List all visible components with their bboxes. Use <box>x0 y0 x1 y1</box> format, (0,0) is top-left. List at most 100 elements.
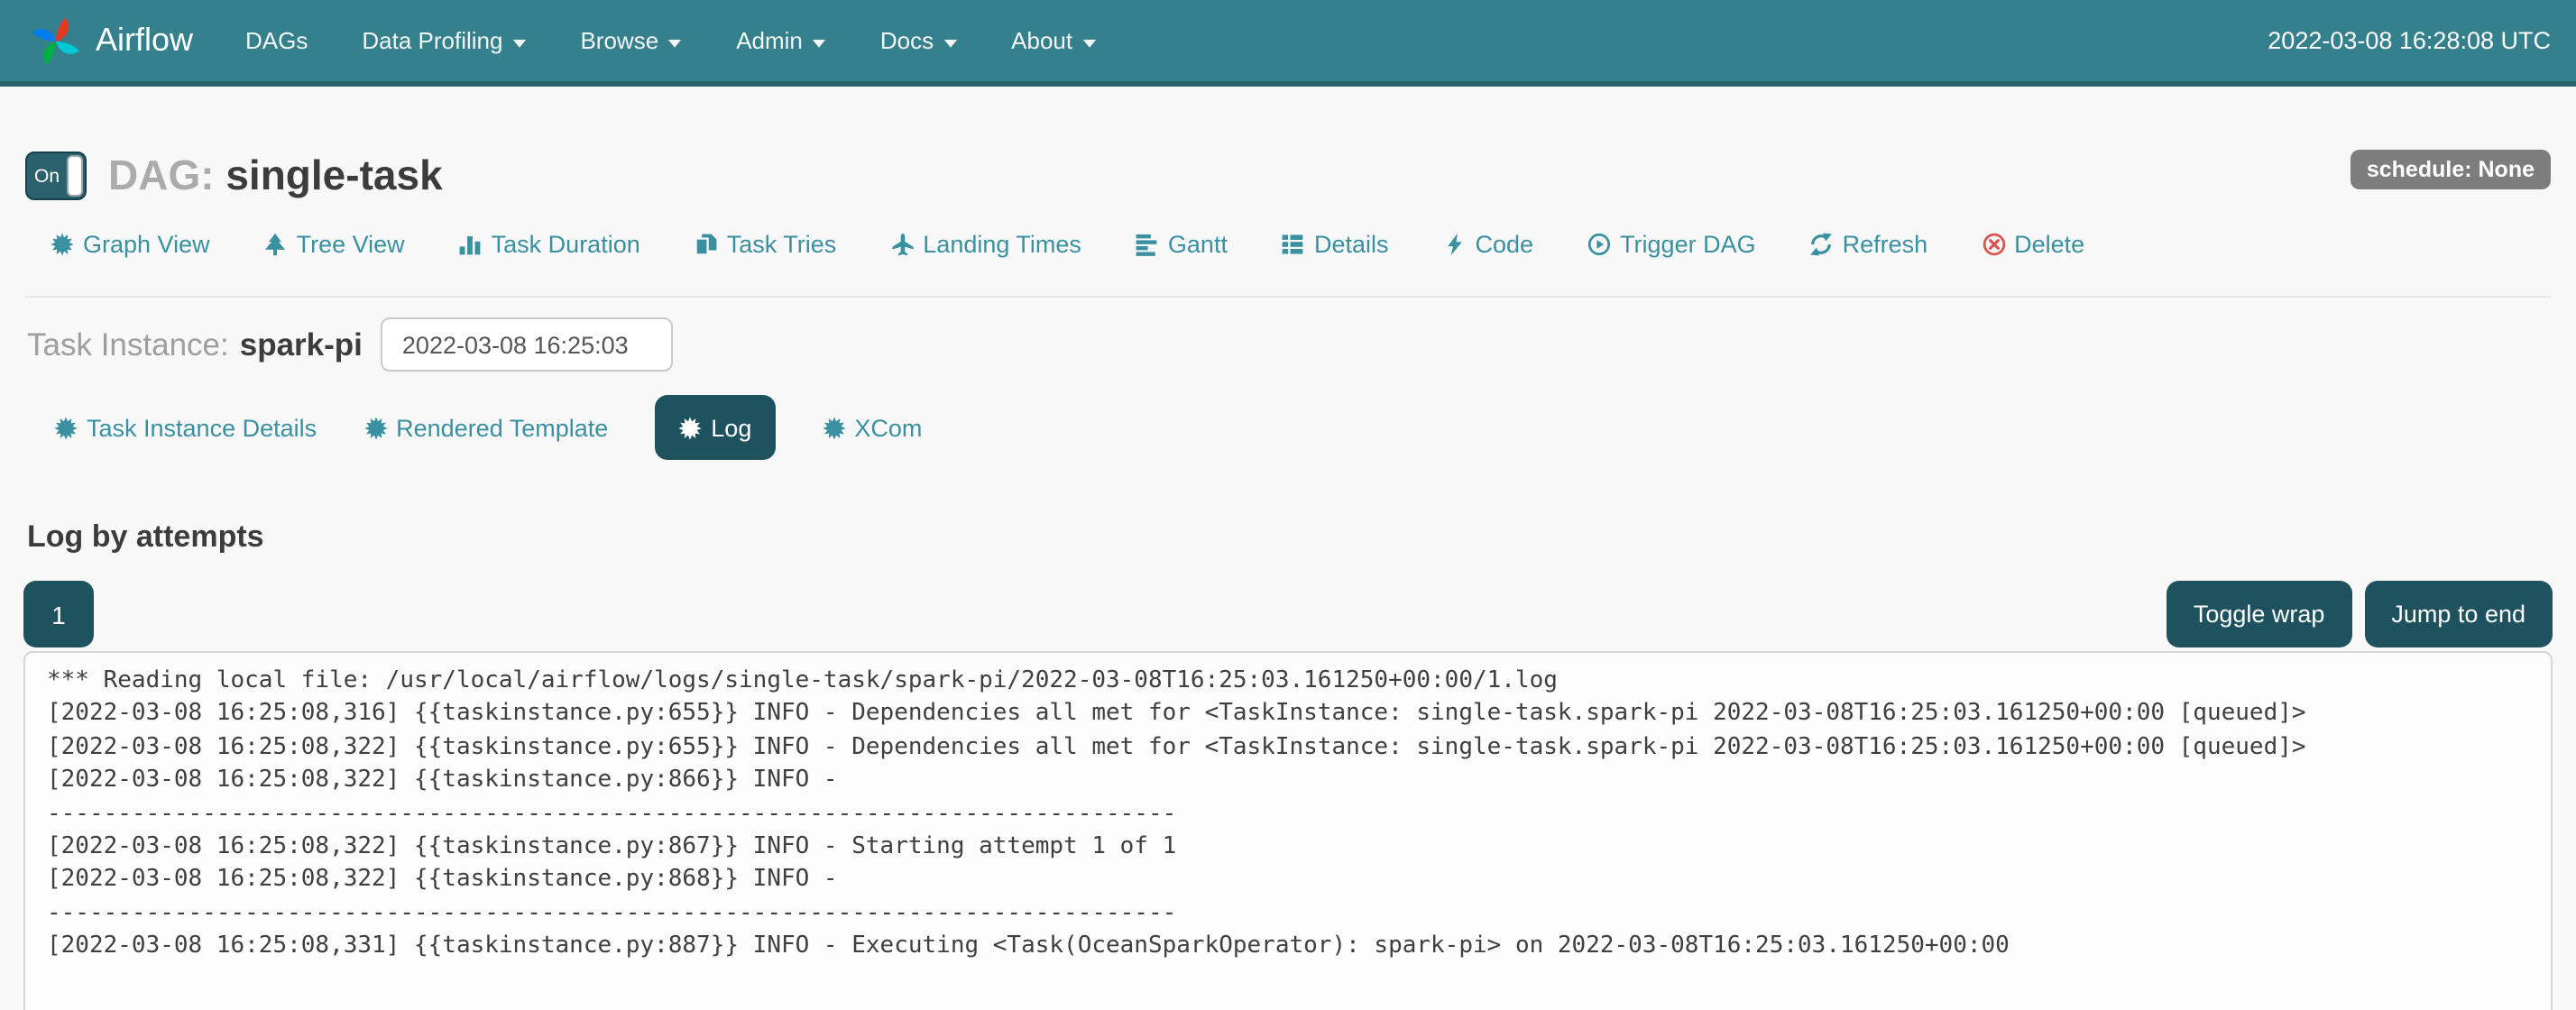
tab-label: Code <box>1476 231 1534 258</box>
sunburst-icon <box>51 233 74 256</box>
log-line: [2022-03-08 16:25:08,322] {{taskinstance… <box>47 765 2529 798</box>
tab-delete[interactable]: Delete <box>1982 231 2084 258</box>
airflow-logo-icon <box>25 10 87 71</box>
task-id: spark-pi <box>240 326 363 363</box>
dag-title-prefix: DAG: <box>108 152 215 198</box>
nav-item-data-profiling[interactable]: Data Profiling <box>335 0 553 81</box>
nav-item-label: DAGs <box>245 27 308 54</box>
toggle-knob <box>67 155 83 197</box>
ti-tab-xcom[interactable]: XCom <box>822 414 922 441</box>
log-line: ----------------------------------------… <box>47 798 2529 831</box>
refresh-icon <box>1810 233 1834 256</box>
caret-down-icon <box>511 37 526 48</box>
log-output[interactable]: *** Reading local file: /usr/local/airfl… <box>23 651 2553 1010</box>
ti-tab-rendered-template[interactable]: Rendered Template <box>363 414 608 441</box>
log-line: *** Reading local file: /usr/local/airfl… <box>47 666 2529 699</box>
caret-down-icon <box>943 37 957 48</box>
tab-label: Delete <box>2014 231 2084 258</box>
sunburst-icon <box>678 416 702 439</box>
task-instance-label: Task Instance: <box>27 326 229 363</box>
caret-down-icon <box>667 37 682 48</box>
task-instance-tabs: Task Instance Details Rendered Template Lo… <box>54 395 2576 460</box>
tab-label: Tree View <box>297 231 405 258</box>
tab-label: Gantt <box>1168 231 1228 258</box>
log-line: [2022-03-08 16:25:08,322] {{taskinstance… <box>47 865 2529 898</box>
brand-label: Airflow <box>96 22 193 60</box>
dag-id: single-task <box>225 152 442 198</box>
nav-item-browse[interactable]: Browse <box>553 0 709 81</box>
ti-tab-log[interactable]: Log <box>655 395 775 460</box>
dag-view-tabs: Graph View Tree View Task Duration Task Tri… <box>51 231 2576 258</box>
attempts-row: 1 Toggle wrap Jump to end <box>23 581 2553 649</box>
bar-chart-icon <box>459 233 483 256</box>
sunburst-icon <box>363 416 387 439</box>
tab-label: Task Tries <box>727 231 837 258</box>
dag-pause-toggle[interactable]: On <box>25 152 87 200</box>
log-line: [2022-03-08 16:25:08,331] {{taskinstance… <box>47 932 2529 965</box>
tab-task-duration[interactable]: Task Duration <box>459 231 640 258</box>
nav-item-label: Docs <box>880 27 934 54</box>
duplicate-icon <box>695 233 718 256</box>
execution-date-input[interactable] <box>381 317 673 372</box>
list-icon <box>1282 233 1305 256</box>
nav-item-label: About <box>1011 27 1072 54</box>
schedule-badge: schedule: None <box>2351 150 2551 189</box>
tab-label: Details <box>1314 231 1389 258</box>
nav-item-docs[interactable]: Docs <box>853 0 984 81</box>
utc-clock: 2022-03-08 16:28:08 UTC <box>2268 27 2551 54</box>
ti-tab-label: Rendered Template <box>396 414 608 441</box>
section-divider <box>25 296 2551 298</box>
attempt-tabs: 1 <box>23 581 94 649</box>
dag-header: On DAG: single-task schedule: None <box>25 152 2551 200</box>
nav-item-admin[interactable]: Admin <box>709 0 853 81</box>
tab-label: Landing Times <box>923 231 1081 258</box>
ti-tab-label: Task Instance Details <box>87 414 317 441</box>
top-navbar: Airflow DAGs Data Profiling Browse Admin Doc… <box>0 0 2576 87</box>
plane-icon <box>890 233 914 256</box>
nav-item-dags[interactable]: DAGs <box>218 0 335 81</box>
log-heading: Log by attempts <box>27 519 2576 556</box>
tab-code[interactable]: Code <box>1443 231 1534 258</box>
tab-details[interactable]: Details <box>1282 231 1389 258</box>
brand-link[interactable]: Airflow <box>25 10 193 71</box>
tab-landing-times[interactable]: Landing Times <box>890 231 1081 258</box>
ti-tab-label: XCom <box>854 414 922 441</box>
caret-down-icon <box>812 37 826 48</box>
nav-item-label: Admin <box>736 27 803 54</box>
nav-item-label: Data Profiling <box>362 27 502 54</box>
tab-graph-view[interactable]: Graph View <box>51 231 210 258</box>
sunburst-icon <box>54 416 78 439</box>
tab-label: Refresh <box>1843 231 1928 258</box>
log-line: ----------------------------------------… <box>47 898 2529 932</box>
tab-refresh[interactable]: Refresh <box>1810 231 1928 258</box>
log-line: [2022-03-08 16:25:08,316] {{taskinstance… <box>47 699 2529 732</box>
nav-item-label: Browse <box>580 27 658 54</box>
tab-label: Task Duration <box>492 231 640 258</box>
tree-icon <box>264 233 288 256</box>
page-title: DAG: single-task <box>108 153 443 199</box>
airflow-app: Airflow DAGs Data Profiling Browse Admin Doc… <box>0 0 2576 1010</box>
bolt-icon <box>1443 233 1467 256</box>
nav-item-about[interactable]: About <box>984 0 1123 81</box>
toggle-on-label: On <box>34 165 60 187</box>
tab-label: Trigger DAG <box>1620 231 1756 258</box>
attempt-tab-1[interactable]: 1 <box>23 581 94 647</box>
log-line: [2022-03-08 16:25:08,322] {{taskinstance… <box>47 732 2529 766</box>
log-line: [2022-03-08 16:25:08,322] {{taskinstance… <box>47 831 2529 865</box>
tab-label: Graph View <box>83 231 210 258</box>
ti-tab-task-instance-details[interactable]: Task Instance Details <box>54 414 317 441</box>
task-instance-row: Task Instance: spark-pi <box>27 317 2576 372</box>
tab-gantt[interactable]: Gantt <box>1136 231 1228 258</box>
remove-circle-icon <box>1982 233 2005 256</box>
jump-to-end-button[interactable]: Jump to end <box>2364 581 2553 647</box>
tab-tree-view[interactable]: Tree View <box>264 231 405 258</box>
tab-trigger-dag[interactable]: Trigger DAG <box>1587 231 1756 258</box>
toggle-wrap-button[interactable]: Toggle wrap <box>2167 581 2352 647</box>
caret-down-icon <box>1081 37 1096 48</box>
sunburst-icon <box>822 416 845 439</box>
play-circle-icon <box>1587 233 1611 256</box>
nav-menu: DAGs Data Profiling Browse Admin Docs About <box>218 0 1123 81</box>
align-left-icon <box>1136 233 1159 256</box>
tab-task-tries[interactable]: Task Tries <box>695 231 837 258</box>
ti-tab-label: Log <box>711 414 751 441</box>
